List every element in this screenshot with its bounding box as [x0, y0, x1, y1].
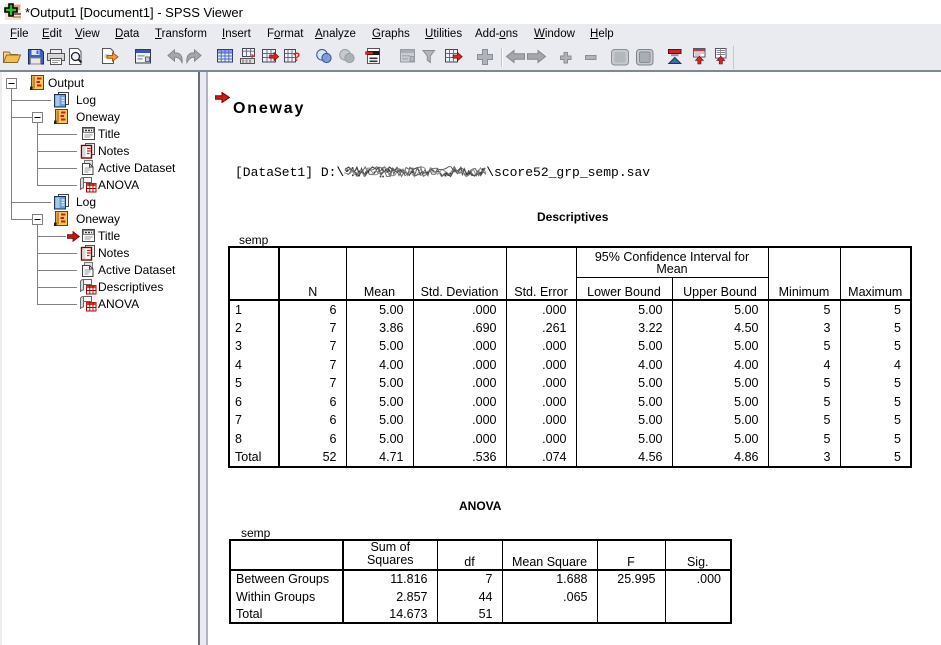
svg-text:?: ? [293, 50, 300, 64]
